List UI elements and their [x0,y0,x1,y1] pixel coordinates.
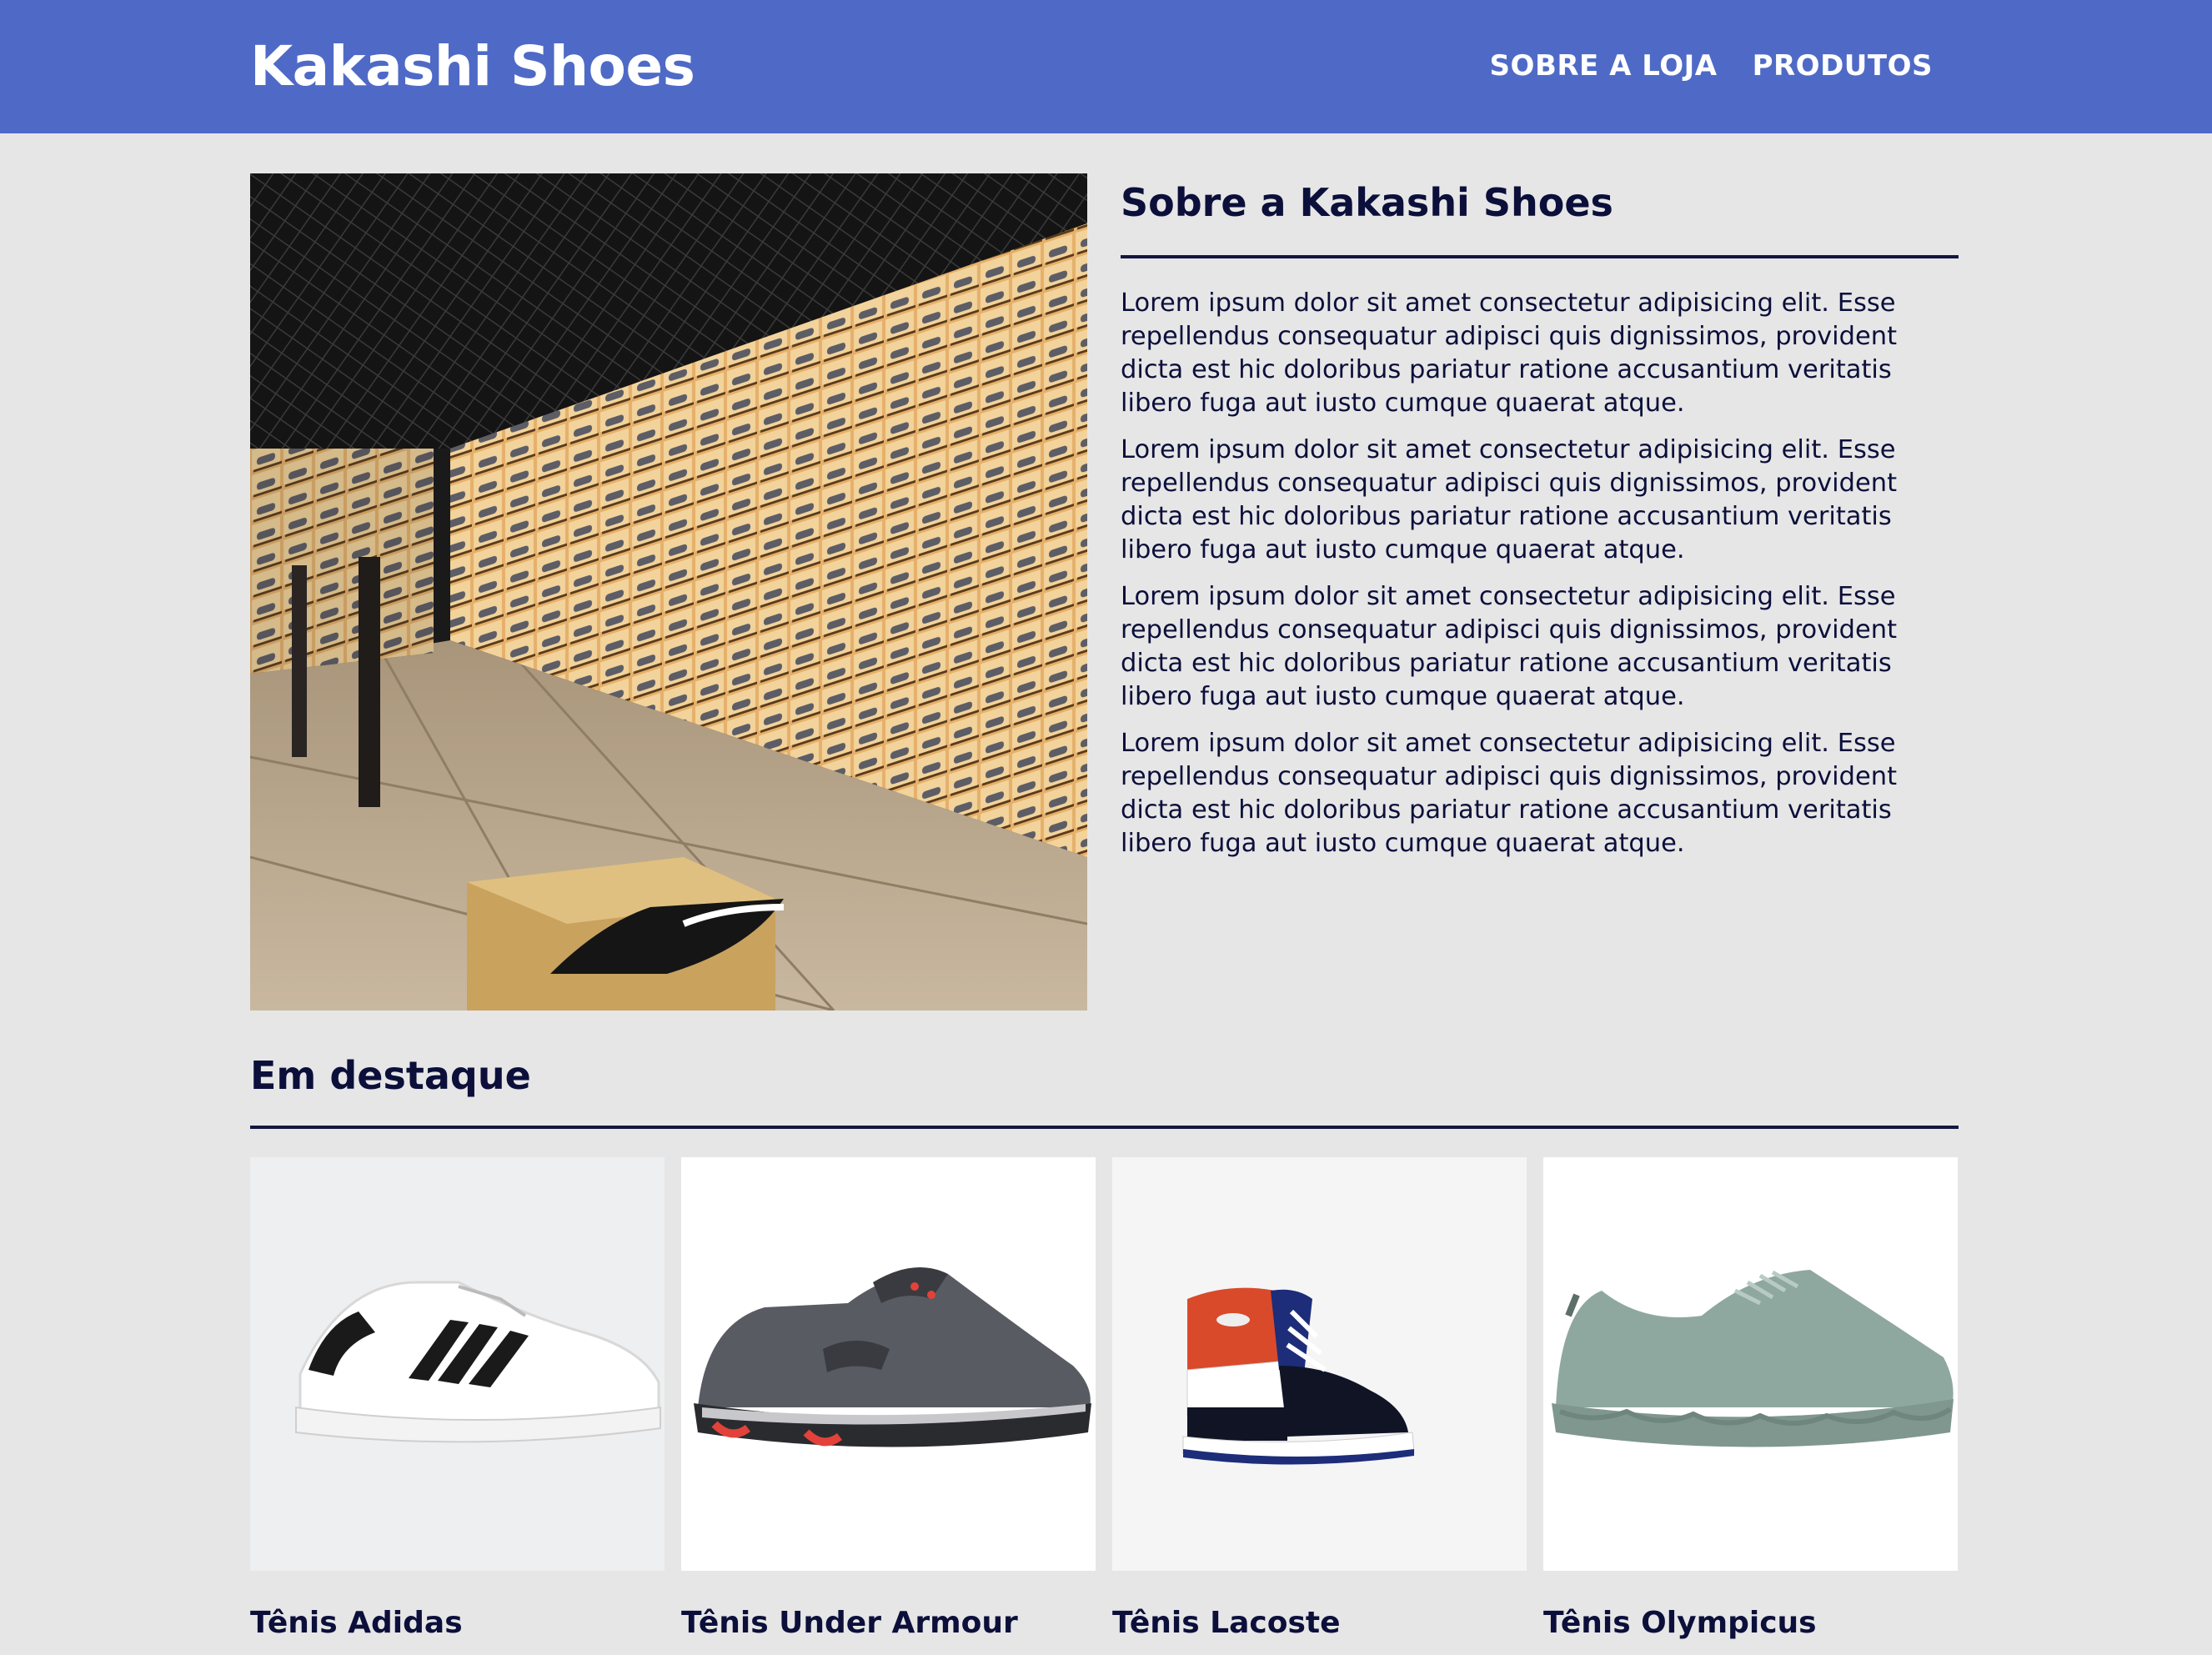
about-divider [1121,255,1959,258]
product-image-lacoste[interactable] [1112,1157,1527,1571]
product-card[interactable]: Tênis Olympicus [1543,1157,1958,1644]
about-paragraph: Lorem ipsum dolor sit amet consectetur a… [1121,288,1898,418]
about-paragraph: Lorem ipsum dolor sit amet consectetur a… [1121,582,1898,711]
main-nav: SOBRE A LOJA PRODUTOS [1490,45,1933,87]
product-image-olympicus[interactable] [1543,1157,1958,1571]
about-paragraph: Lorem ipsum dolor sit amet consectetur a… [1121,435,1898,564]
brand-logo[interactable]: Kakashi Shoes [250,32,695,102]
product-name[interactable]: Tênis Under Armour [681,1602,1096,1644]
featured-section: Em destaque [250,1049,1959,1129]
store-photo [250,173,1087,1011]
nav-link-produtos[interactable]: PRODUTOS [1753,45,1933,87]
about-title: Sobre a Kakashi Shoes [1121,180,1613,225]
product-image-under-armour[interactable] [681,1157,1096,1571]
product-name[interactable]: Tênis Adidas [250,1602,665,1644]
product-name[interactable]: Tênis Lacoste [1112,1602,1527,1644]
product-card[interactable]: Tênis Adidas [250,1157,665,1644]
nav-link-sobre-a-loja[interactable]: SOBRE A LOJA [1490,45,1718,87]
featured-title: Em destaque [250,1053,531,1098]
product-image-adidas[interactable] [250,1157,665,1571]
product-name[interactable]: Tênis Olympicus [1543,1602,1958,1644]
about-paragraph: Lorem ipsum dolor sit amet consectetur a… [1121,729,1898,858]
product-card[interactable]: Tênis Lacoste [1112,1157,1527,1644]
about-section: Sobre a Kakashi Shoes Lorem ipsum dolor … [1121,173,1959,874]
product-card[interactable]: Tênis Under Armour [681,1157,1096,1644]
featured-divider [250,1126,1959,1129]
site-header: Kakashi Shoes SOBRE A LOJA PRODUTOS [0,0,2212,133]
